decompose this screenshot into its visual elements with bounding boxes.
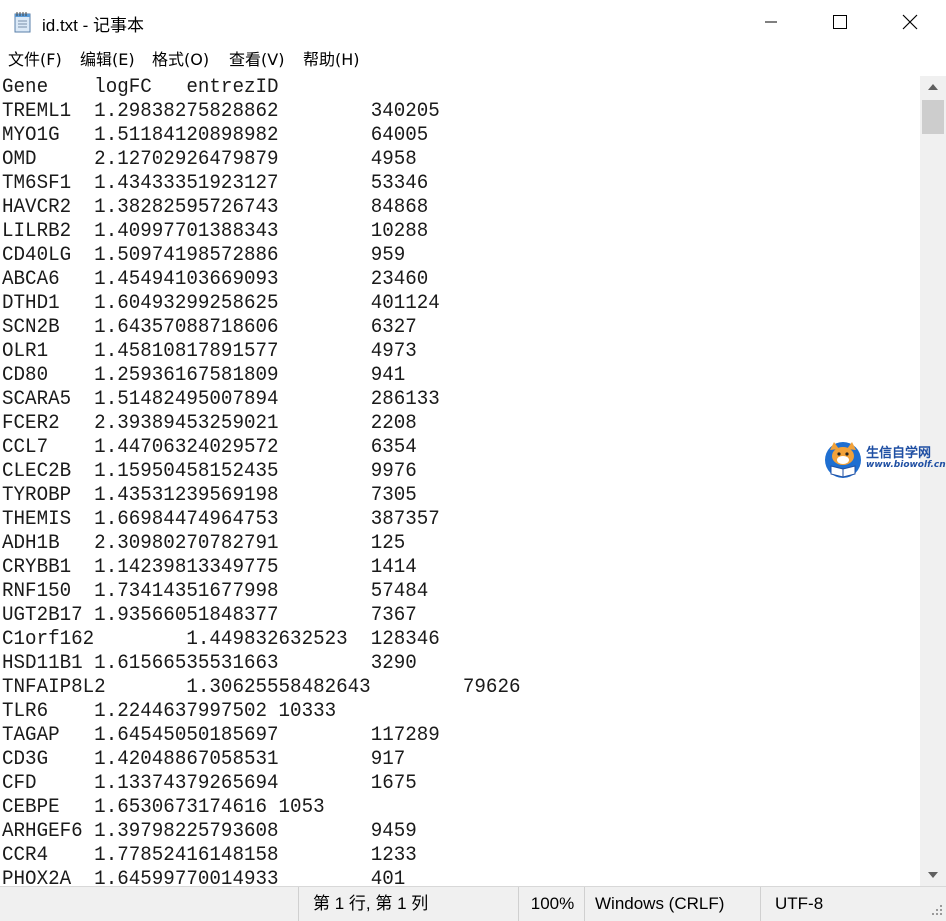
text-line: PHOX2A 1.64599770014933 401 [2, 868, 406, 886]
text-line: TREML1 1.29838275828862 340205 [2, 100, 440, 123]
text-line: CCL7 1.44706324029572 6354 [2, 436, 417, 459]
menu-format[interactable]: 格式(O) [152, 49, 209, 71]
text-line: SCN2B 1.64357088718606 6327 [2, 316, 417, 339]
text-line: CLEC2B 1.15950458152435 9976 [2, 460, 417, 483]
text-line: HAVCR2 1.38282595726743 84868 [2, 196, 429, 219]
text-line: TAGAP 1.64545050185697 117289 [2, 724, 440, 747]
text-line: CEBPE 1.6530673174616 1053 [2, 796, 325, 819]
scroll-thumb[interactable] [922, 100, 944, 134]
text-line: HSD11B1 1.61566535531663 3290 [2, 652, 417, 675]
text-line: CCR4 1.77852416148158 1233 [2, 844, 417, 867]
text-line: RNF150 1.73414351677998 57484 [2, 580, 429, 603]
text-editor-area[interactable]: Gene logFC entrezID TREML1 1.298382758288… [0, 76, 920, 886]
notepad-icon [13, 11, 33, 33]
text-line: TLR6 1.2244637997502 10333 [2, 700, 337, 723]
minimize-button[interactable] [748, 0, 794, 44]
watermark: 生信自学网 www.biowolf.cn [822, 438, 946, 482]
menu-view[interactable]: 查看(V) [229, 49, 284, 71]
text-line: SCARA5 1.51482495007894 286133 [2, 388, 440, 411]
scroll-down-button[interactable] [920, 864, 946, 886]
text-line: C1orf162 1.449832632523 128346 [2, 628, 440, 651]
close-button[interactable] [887, 0, 933, 44]
text-line: OMD 2.12702926479879 4958 [2, 148, 417, 171]
menu-help[interactable]: 帮助(H) [303, 49, 360, 71]
title-bar: id.txt - 记事本 [0, 0, 946, 44]
text-lines: Gene logFC entrezID TREML1 1.298382758288… [2, 76, 542, 886]
watermark-url: www.biowolf.cn [866, 460, 946, 470]
minimize-icon [765, 21, 777, 23]
scroll-up-arrow-icon [928, 84, 938, 90]
text-line: LILRB2 1.40997701388343 10288 [2, 220, 429, 243]
text-line: FCER2 2.39389453259021 2208 [2, 412, 417, 435]
text-line: CD3G 1.42048867058531 917 [2, 748, 406, 771]
text-line: CD40LG 1.50974198572886 959 [2, 244, 406, 267]
menu-file[interactable]: 文件(F) [8, 49, 62, 71]
menu-edit[interactable]: 编辑(E) [80, 49, 135, 71]
scroll-up-button[interactable] [920, 76, 946, 98]
text-line: Gene logFC entrezID [2, 76, 279, 99]
maximize-icon [833, 15, 847, 29]
text-line: CFD 1.13374379265694 1675 [2, 772, 417, 795]
status-encoding: UTF-8 [760, 887, 930, 921]
text-line: UGT2B17 1.93566051848377 7367 [2, 604, 417, 627]
scroll-down-arrow-icon [928, 872, 938, 878]
text-line: ARHGEF6 1.39798225793608 9459 [2, 820, 417, 843]
text-line: ABCA6 1.45494103669093 23460 [2, 268, 429, 291]
text-line: TNFAIP8L2 1.30625558482643 79626 [2, 676, 521, 699]
text-line: DTHD1 1.60493299258625 401124 [2, 292, 440, 315]
text-line: CRYBB1 1.14239813349775 1414 [2, 556, 417, 579]
status-bar: 第 1 行, 第 1 列 100% Windows (CRLF) UTF-8 [0, 886, 946, 921]
status-line-ending: Windows (CRLF) [584, 887, 760, 921]
text-line: CD80 1.25936167581809 941 [2, 364, 406, 387]
text-line: OLR1 1.45810817891577 4973 [2, 340, 417, 363]
text-line: ADH1B 2.30980270782791 125 [2, 532, 406, 555]
close-icon [902, 14, 918, 30]
status-cursor-position: 第 1 行, 第 1 列 [298, 887, 518, 921]
menu-bar: 文件(F) 编辑(E) 格式(O) 查看(V) 帮助(H) [0, 44, 946, 76]
text-line: MYO1G 1.51184120898982 64005 [2, 124, 429, 147]
window-title: id.txt - 记事本 [42, 16, 145, 35]
resize-grip-icon[interactable] [930, 903, 944, 917]
text-line: TYROBP 1.43531239569198 7305 [2, 484, 417, 507]
text-line: TM6SF1 1.43433351923127 53346 [2, 172, 429, 195]
maximize-button[interactable] [817, 0, 863, 44]
watermark-title: 生信自学网 [866, 446, 932, 461]
status-zoom: 100% [518, 887, 584, 921]
text-line: THEMIS 1.66984474964753 387357 [2, 508, 440, 531]
fox-reading-logo-icon [825, 442, 861, 478]
